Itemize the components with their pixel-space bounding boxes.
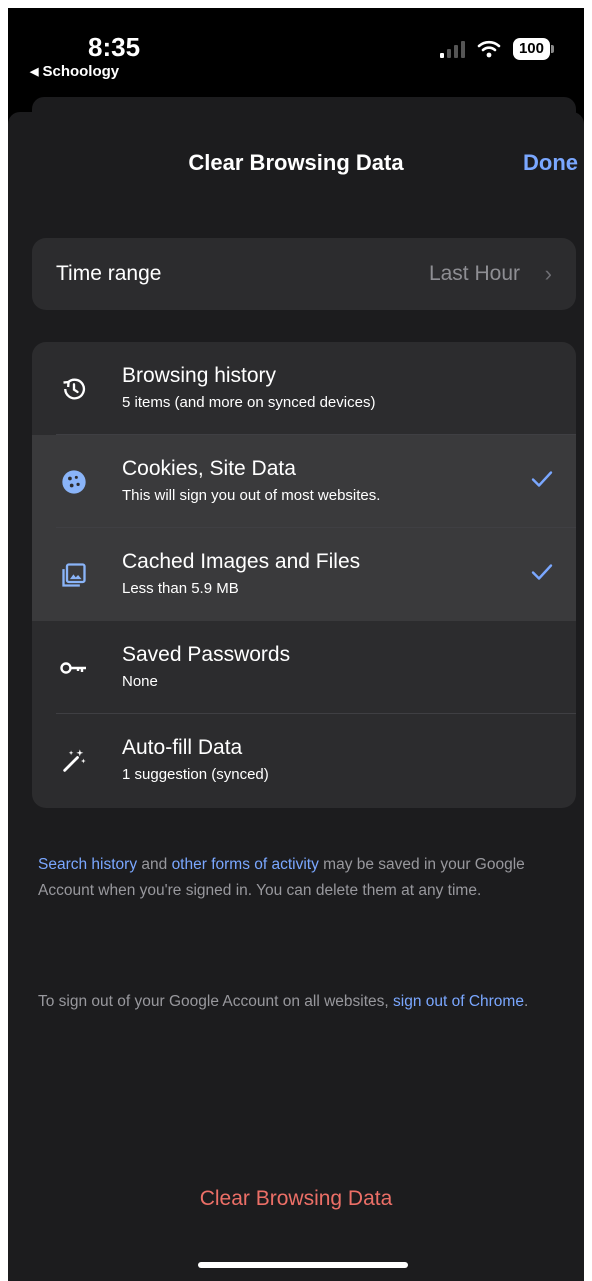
cookies-site-data-row[interactable]: Cookies, Site Data This will sign you ou…: [32, 435, 576, 528]
autofill-data-row[interactable]: Auto-fill Data 1 suggestion (synced): [32, 714, 576, 807]
clear-browsing-data-button[interactable]: Clear Browsing Data: [8, 1187, 584, 1211]
sheet-title: Clear Browsing Data: [188, 150, 404, 175]
cached-images-files-row[interactable]: Cached Images and Files Less than 5.9 MB: [32, 528, 576, 621]
activity-footnote: Search history and other forms of activi…: [38, 852, 558, 904]
done-button[interactable]: Done: [523, 150, 578, 176]
item-subtitle: 1 suggestion (synced): [122, 766, 269, 783]
item-title: Cached Images and Files: [122, 550, 361, 573]
wifi-icon: [477, 40, 501, 58]
item-title: Browsing history: [122, 364, 277, 387]
item-subtitle: 5 items (and more on synced devices): [122, 394, 376, 411]
search-history-link[interactable]: Search history: [38, 856, 137, 873]
item-title: Cookies, Site Data: [122, 457, 296, 480]
time-range-label: Time range: [56, 262, 162, 285]
time-range-value: Last Hour: [428, 262, 520, 285]
item-subtitle: Less than 5.9 MB: [122, 580, 239, 597]
home-indicator[interactable]: [198, 1262, 408, 1268]
sign-out-footnote: To sign out of your Google Account on al…: [38, 989, 558, 1015]
browsing-history-row[interactable]: Browsing history 5 items (and more on sy…: [32, 342, 576, 435]
status-time: 8:35: [88, 32, 141, 62]
history-icon: [59, 374, 89, 404]
phone-screen: 8:35 ◀ Schoology 100 Clear Browsing Data…: [8, 8, 584, 1281]
checkmark-icon: [530, 469, 554, 494]
status-indicators: 100: [439, 38, 554, 60]
footnote-text: .: [523, 993, 529, 1010]
item-subtitle: This will sign you out of most websites.: [122, 487, 381, 504]
footnote-text: and: [137, 856, 172, 873]
back-triangle-icon: ◀: [30, 66, 39, 78]
key-icon: [59, 653, 89, 683]
item-title: Saved Passwords: [122, 643, 291, 666]
battery-icon: 100: [512, 38, 554, 60]
battery-level: 100: [512, 38, 550, 60]
chevron-right-icon: ›: [544, 261, 552, 286]
checkmark-icon: [530, 562, 554, 587]
cellular-signal-icon: [439, 40, 465, 58]
image-cache-icon: [59, 560, 89, 590]
cookie-icon: [59, 467, 89, 497]
magic-wand-icon: [59, 746, 89, 776]
sign-out-of-chrome-link[interactable]: sign out of Chrome: [393, 993, 524, 1010]
item-title: Auto-fill Data: [122, 736, 243, 759]
time-range-row[interactable]: Time range Last Hour ›: [32, 238, 576, 310]
clear-browsing-data-sheet: Clear Browsing Data Done Time range Last…: [8, 112, 584, 1281]
other-activity-link[interactable]: other forms of activity: [172, 856, 319, 873]
back-to-app-link[interactable]: ◀ Schoology: [30, 63, 119, 80]
footnote-text: To sign out of your Google Account on al…: [38, 993, 393, 1010]
saved-passwords-row[interactable]: Saved Passwords None: [32, 621, 576, 714]
item-subtitle: None: [122, 673, 158, 690]
data-types-list: Browsing history 5 items (and more on sy…: [32, 342, 576, 808]
back-app-label: Schoology: [42, 63, 120, 80]
